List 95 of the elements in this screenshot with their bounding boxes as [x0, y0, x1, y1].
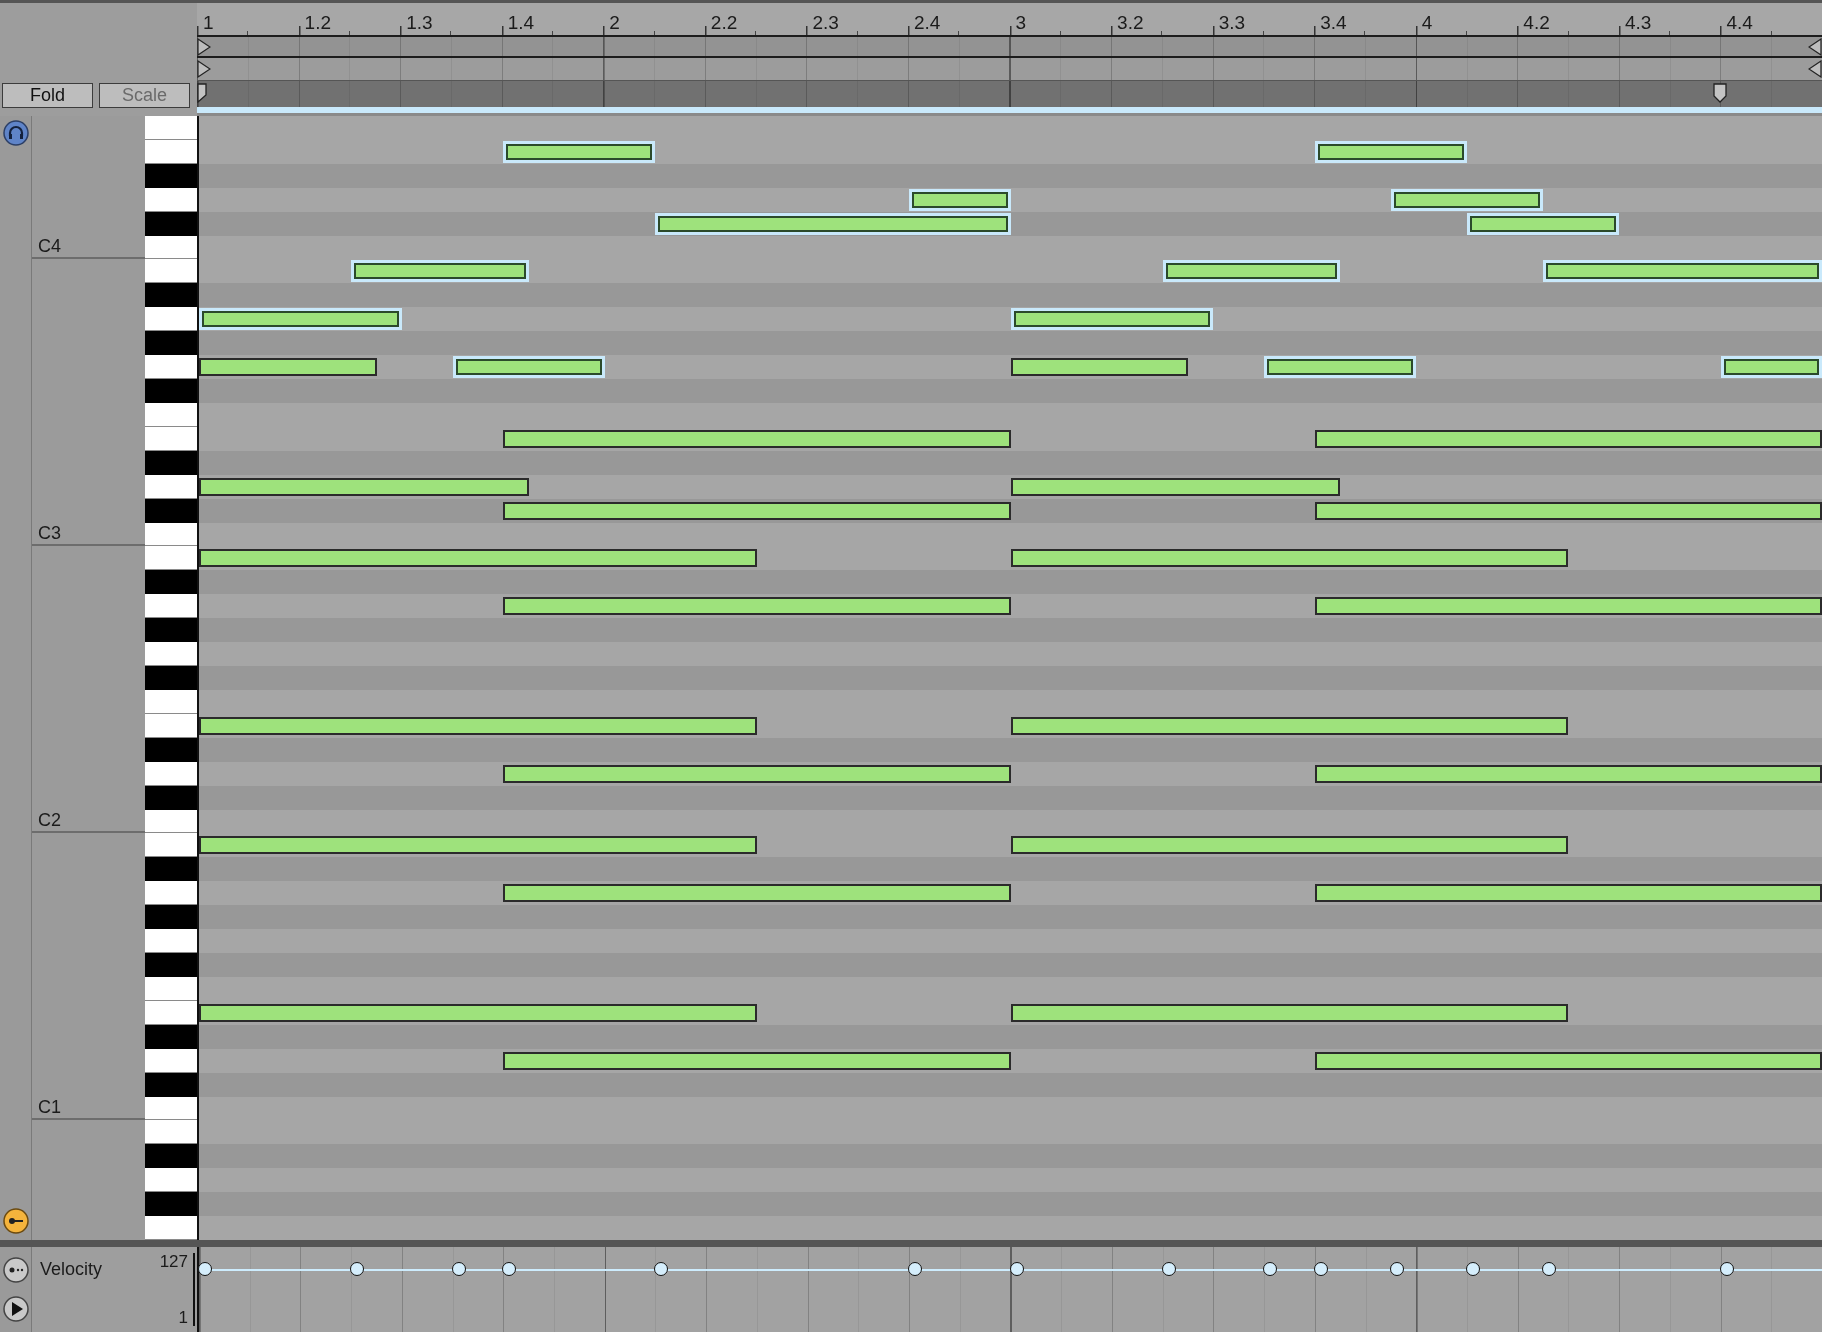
- piano-key[interactable]: [145, 259, 197, 284]
- piano-key[interactable]: [145, 474, 197, 499]
- piano-key[interactable]: [145, 1024, 197, 1049]
- piano-key[interactable]: [145, 618, 197, 643]
- velocity-dot[interactable]: [198, 1261, 212, 1276]
- triangle-icon[interactable]: [1808, 37, 1822, 56]
- ruler-label: 4: [1420, 13, 1433, 36]
- ruler-label: 4.4: [1725, 13, 1753, 36]
- midi-note[interactable]: [199, 549, 757, 568]
- ruler-label: 3.2: [1116, 13, 1144, 36]
- velocity-dot[interactable]: [502, 1261, 517, 1276]
- octave-label: C2: [37, 810, 61, 832]
- piano-key[interactable]: [145, 881, 197, 906]
- piano-key[interactable]: [145, 857, 197, 882]
- ruler-label: 2.4: [912, 13, 941, 36]
- piano-key[interactable]: [145, 1072, 197, 1097]
- piano-key[interactable]: [145, 331, 197, 356]
- piano-key[interactable]: [145, 1048, 197, 1073]
- ruler-label: 2: [608, 13, 620, 36]
- triangle-icon[interactable]: [1808, 59, 1822, 78]
- velocity-dot[interactable]: [1263, 1261, 1278, 1276]
- loop-bar[interactable]: [197, 35, 1822, 59]
- key-icon[interactable]: [2, 1208, 29, 1234]
- octave-label: C1: [37, 1097, 61, 1119]
- piano-key[interactable]: [145, 450, 197, 475]
- midi-note[interactable]: [1314, 597, 1822, 616]
- axis-min-label: 1: [178, 1309, 188, 1326]
- lane-title: Velocity: [40, 1259, 103, 1280]
- headphones-icon[interactable]: [2, 120, 29, 146]
- midi-note[interactable]: [503, 884, 1011, 903]
- piano-key[interactable]: [145, 187, 197, 212]
- piano-key[interactable]: [145, 1168, 197, 1193]
- play-icon[interactable]: [2, 1295, 29, 1322]
- ruler-label: 3.3: [1217, 13, 1246, 36]
- lane-icon[interactable]: [2, 1257, 29, 1284]
- velocity-dot[interactable]: [1389, 1261, 1404, 1276]
- piano-key[interactable]: [145, 307, 197, 332]
- ruler-label: 4.3: [1623, 13, 1652, 36]
- piano-key[interactable]: [145, 1120, 197, 1145]
- piano-key[interactable]: [145, 1096, 197, 1121]
- triangle-icon[interactable]: [197, 59, 211, 78]
- piano-key[interactable]: [145, 402, 197, 427]
- piano-key[interactable]: [145, 498, 197, 523]
- piano-key[interactable]: [145, 809, 197, 834]
- midi-note[interactable]: [199, 836, 757, 855]
- midi-note[interactable]: [1010, 836, 1569, 855]
- ruler-label: 2.2: [709, 13, 738, 36]
- velocity-dot[interactable]: [1161, 1261, 1176, 1276]
- triangle-icon[interactable]: [197, 37, 211, 56]
- velocity-dot[interactable]: [350, 1261, 365, 1276]
- toolbar-button[interactable]: Fold: [2, 83, 93, 108]
- piano-key[interactable]: [145, 1144, 197, 1169]
- piano-key[interactable]: [145, 689, 197, 714]
- ruler-label: 3.4: [1319, 13, 1347, 36]
- piano-key[interactable]: [145, 833, 197, 858]
- velocity-dot[interactable]: [1465, 1261, 1480, 1276]
- piano-key[interactable]: [145, 761, 197, 786]
- end-marker[interactable]: [1713, 82, 1728, 103]
- axis-max-label: 127: [159, 1253, 188, 1270]
- midi-note[interactable]: [199, 358, 377, 377]
- piano-key[interactable]: [145, 905, 197, 930]
- velocity-dot[interactable]: [654, 1261, 669, 1276]
- piano-key[interactable]: [145, 737, 197, 762]
- piano-key[interactable]: [145, 594, 197, 619]
- piano-key[interactable]: [145, 546, 197, 571]
- velocity-dot[interactable]: [451, 1261, 466, 1276]
- piano-key[interactable]: [145, 785, 197, 810]
- piano-key[interactable]: [145, 355, 197, 380]
- ruler-label: 4.2: [1522, 13, 1550, 36]
- piano-key[interactable]: [145, 522, 197, 547]
- piano-key[interactable]: [145, 642, 197, 667]
- ruler-label: 3: [1014, 13, 1027, 36]
- midi-note[interactable]: [1010, 549, 1569, 568]
- octave-label: C4: [37, 236, 61, 258]
- velocity-dot[interactable]: [908, 1261, 923, 1276]
- piano-key[interactable]: [145, 211, 197, 236]
- piano-key[interactable]: [145, 283, 197, 308]
- velocity-dot[interactable]: [1313, 1261, 1328, 1276]
- ruler-label: 1.2: [303, 13, 331, 36]
- piano-key[interactable]: [145, 570, 197, 595]
- octave-label: C3: [37, 523, 61, 545]
- velocity-dot[interactable]: [1009, 1261, 1024, 1276]
- piano-key[interactable]: [145, 1192, 197, 1217]
- piano-key[interactable]: [145, 976, 197, 1001]
- midi-note[interactable]: [1314, 884, 1822, 903]
- ruler-label: 1.4: [506, 13, 535, 36]
- ruler-label: 2.3: [811, 13, 839, 36]
- velocity-dot[interactable]: [1542, 1261, 1557, 1276]
- piano-key[interactable]: [145, 163, 197, 188]
- midi-note[interactable]: [503, 597, 1011, 616]
- ruler-label: 1: [202, 13, 214, 36]
- piano-key[interactable]: [145, 235, 197, 260]
- velocity-dot[interactable]: [1719, 1261, 1734, 1276]
- ruler-label: 1.3: [405, 13, 433, 36]
- midi-note[interactable]: [1010, 358, 1188, 377]
